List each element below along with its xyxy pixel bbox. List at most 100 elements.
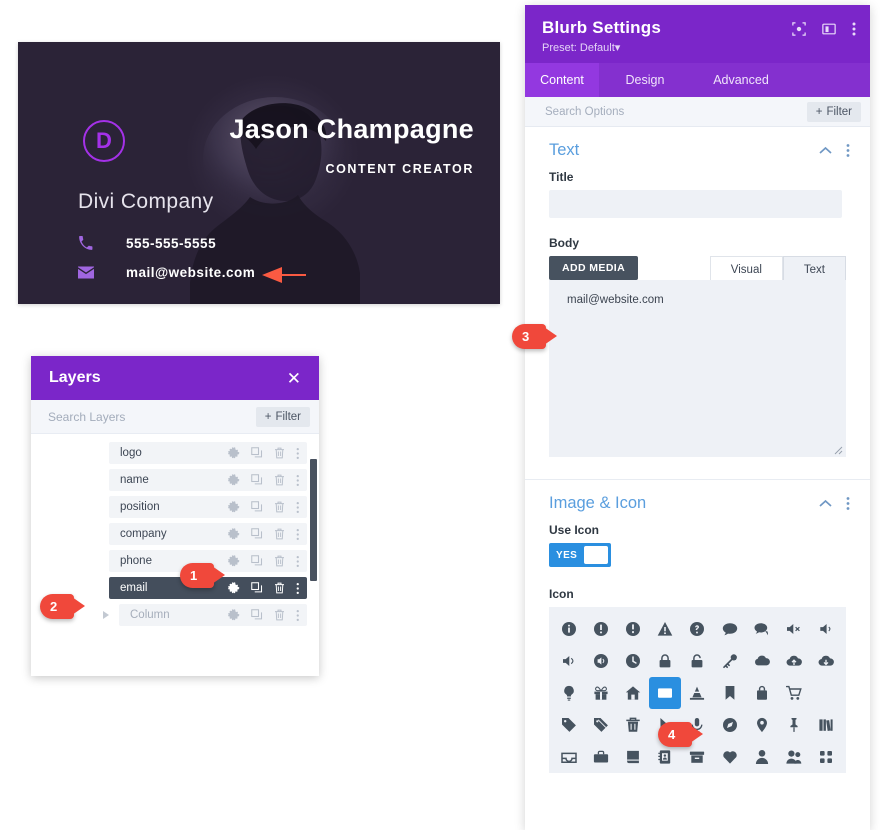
layers-scrollbar[interactable] [310,459,317,581]
layer-row-name[interactable]: name [109,469,307,491]
map-pin-icon[interactable] [746,709,778,741]
traffic-cone-icon[interactable] [681,677,713,709]
layer-row-column[interactable]: Column [119,604,307,626]
section-title-text: Text [549,141,580,159]
body-textarea[interactable]: mail@website.com [549,280,846,457]
delete-icon[interactable] [274,474,285,486]
delete-icon[interactable] [274,555,285,567]
expand-caret-icon[interactable] [103,611,115,621]
layers-filter-button[interactable]: + Filter [255,406,310,427]
add-media-button[interactable]: ADD MEDIA [549,256,639,280]
settings-gear-icon[interactable] [227,528,240,540]
layer-row-position[interactable]: position [109,496,307,518]
house-icon[interactable] [617,677,649,709]
title-input[interactable] [549,190,842,218]
info-circle-icon[interactable] [553,613,585,645]
layout-icon[interactable] [822,22,836,36]
users-icon[interactable] [778,741,810,773]
editor-tab-text[interactable]: Text [782,256,846,283]
tag-alt-icon[interactable] [585,709,617,741]
more-options-icon[interactable] [296,474,300,487]
compass-icon[interactable] [714,709,746,741]
delete-icon[interactable] [274,501,285,513]
duplicate-icon[interactable] [250,555,263,567]
lock-open-icon[interactable] [681,645,713,677]
exclamation-circle-alt-icon[interactable] [617,613,649,645]
exclamation-circle-icon[interactable] [585,613,617,645]
gift-icon[interactable] [585,677,617,709]
settings-search-input[interactable]: Search Options [545,106,624,118]
speech-bubbles-icon[interactable] [746,613,778,645]
settings-gear-icon[interactable] [227,609,240,621]
more-options-icon[interactable] [296,501,300,514]
delete-icon[interactable] [274,609,285,621]
layers-search-input[interactable]: Search Layers [48,410,125,424]
clock-icon[interactable] [617,645,649,677]
inbox-icon[interactable] [553,741,585,773]
more-options-icon[interactable] [296,555,300,568]
layer-row-company[interactable]: company [109,523,307,545]
trash-icon[interactable] [617,709,649,741]
settings-filter-button[interactable]: + Filter [806,101,861,122]
delete-icon[interactable] [274,528,285,540]
question-circle-icon[interactable] [681,613,713,645]
volume-mute-icon[interactable] [778,613,810,645]
more-vertical-icon[interactable] [846,143,850,158]
key-icon[interactable] [714,645,746,677]
chevron-up-icon[interactable] [819,146,832,155]
more-vertical-icon[interactable] [852,21,856,37]
volume-low-icon[interactable] [810,613,842,645]
more-options-icon[interactable] [296,609,300,622]
delete-icon[interactable] [274,447,285,459]
settings-gear-icon[interactable] [227,582,240,594]
tab-design[interactable]: Design [599,63,691,97]
resize-grip-icon[interactable] [834,446,843,455]
user-icon[interactable] [746,741,778,773]
chevron-up-icon[interactable] [819,499,832,508]
duplicate-icon[interactable] [250,609,263,621]
heart-icon[interactable] [714,741,746,773]
more-vertical-icon[interactable] [846,496,850,511]
close-icon[interactable]: ✕ [287,370,301,387]
settings-preset-selector[interactable]: Preset: Default▾ [542,41,853,54]
settings-gear-icon[interactable] [227,501,240,513]
cloud-upload-icon[interactable] [778,645,810,677]
cloud-icon[interactable] [746,645,778,677]
book-icon[interactable] [617,741,649,773]
duplicate-icon[interactable] [250,474,263,486]
delete-icon[interactable] [274,582,285,594]
shopping-cart-icon[interactable] [778,677,810,709]
envelope-icon[interactable] [649,677,682,709]
grid-icon[interactable] [810,741,842,773]
settings-gear-icon[interactable] [227,447,240,459]
tag-icon[interactable] [553,709,585,741]
settings-gear-icon[interactable] [227,555,240,567]
briefcase-icon[interactable] [585,741,617,773]
speech-bubble-icon[interactable] [714,613,746,645]
more-options-icon[interactable] [296,447,300,460]
bookmark-icon[interactable] [714,677,746,709]
books-icon[interactable] [810,709,842,741]
target-icon[interactable] [792,22,806,36]
use-icon-toggle[interactable]: YES [549,543,611,567]
warning-triangle-icon[interactable] [649,613,681,645]
tab-content[interactable]: Content [525,63,599,97]
pushpin-icon[interactable] [778,709,810,741]
layer-row-logo[interactable]: logo [109,442,307,464]
volume-medium-icon[interactable] [553,645,585,677]
more-options-icon[interactable] [296,582,300,595]
lightbulb-icon[interactable] [553,677,585,709]
cloud-download-icon[interactable] [810,645,842,677]
volume-high-icon[interactable] [585,645,617,677]
spacer-icon[interactable] [810,677,842,709]
duplicate-icon[interactable] [250,582,263,594]
tab-advanced[interactable]: Advanced [691,63,791,97]
duplicate-icon[interactable] [250,501,263,513]
settings-gear-icon[interactable] [227,474,240,486]
editor-tab-visual[interactable]: Visual [709,256,783,283]
duplicate-icon[interactable] [250,447,263,459]
more-options-icon[interactable] [296,528,300,541]
lock-closed-icon[interactable] [649,645,681,677]
bag-icon[interactable] [746,677,778,709]
duplicate-icon[interactable] [250,528,263,540]
